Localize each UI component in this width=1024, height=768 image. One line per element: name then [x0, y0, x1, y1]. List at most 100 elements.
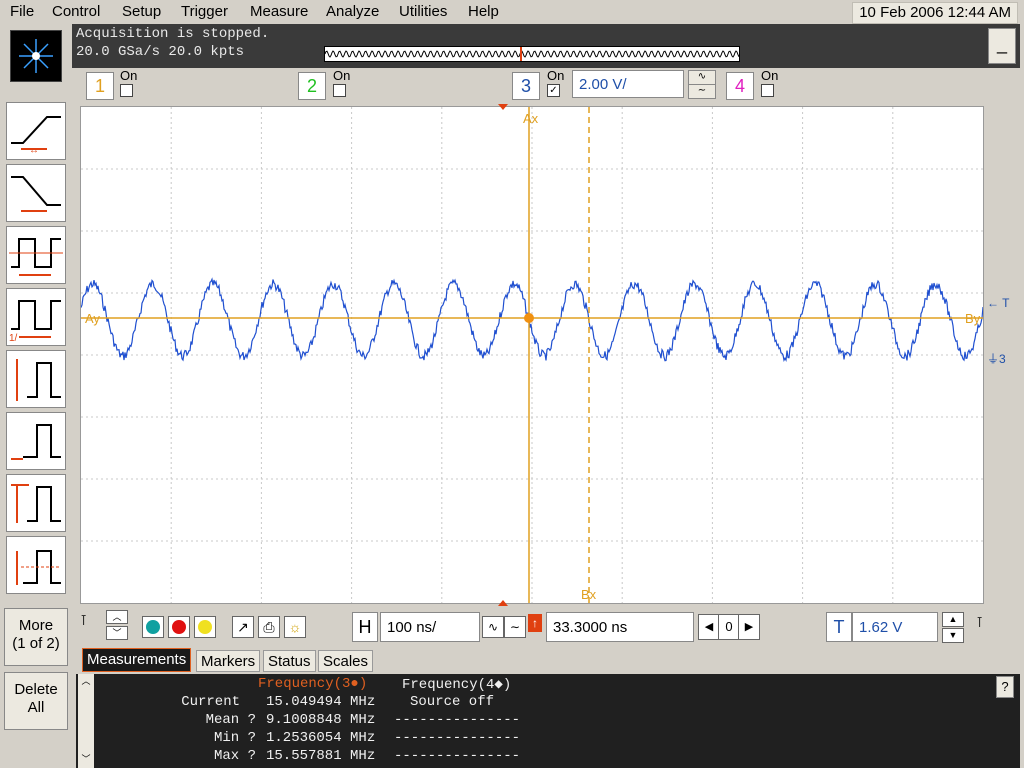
sample-rate-status: 20.0 GSa/s 20.0 kpts — [76, 44, 245, 60]
fall-time-measure-button[interactable] — [6, 164, 66, 222]
row-min-val3: 1.2536054 MHz — [266, 730, 376, 746]
marker-by-label: By — [965, 311, 981, 326]
amplitude-measure-button[interactable] — [6, 474, 66, 532]
menu-measure[interactable]: Measure — [250, 3, 308, 20]
equivalent-mode-icon[interactable]: ∼ — [504, 616, 526, 638]
stop-button[interactable] — [168, 616, 190, 638]
dc-coupling-icon[interactable]: ∼ — [688, 84, 716, 99]
channel-3-button[interactable]: 3 — [512, 72, 540, 100]
datetime-display: 10 Feb 2006 12:44 AM — [852, 2, 1018, 24]
measurements-panel: ︿ ﹀ Frequency(3●) Frequency(4◆) Current … — [76, 674, 1020, 768]
scroll-down-icon[interactable]: ﹀ — [78, 752, 94, 768]
logo-icon — [10, 30, 62, 82]
delay-field[interactable]: 33.3000 ns — [546, 612, 694, 642]
channel-2-button[interactable]: 2 — [298, 72, 326, 100]
row-max-val4: --------------- — [394, 748, 521, 764]
scroll-down-button[interactable]: ﹀ — [106, 626, 128, 640]
ac-coupling-icon[interactable]: ∿ — [688, 70, 716, 85]
channel-4-on-label: On — [761, 68, 779, 83]
menu-trigger[interactable]: Trigger — [181, 3, 228, 20]
channel-3-ref-label: 3 — [999, 352, 1006, 366]
channel-1-checkbox[interactable] — [120, 84, 133, 97]
left-toolbar: ↔ 1/ More (1 of 2) Delete All — [0, 24, 72, 768]
channel-3-checkbox[interactable]: ✓ — [547, 84, 560, 97]
menu-setup[interactable]: Setup — [122, 3, 161, 20]
row-current-val3: 15.049494 MHz — [266, 694, 376, 710]
frequency-measure-button[interactable]: 1/ — [6, 288, 66, 346]
row-mean-label: Mean ? — [205, 712, 256, 728]
scroll-up-icon[interactable]: ︿ — [78, 674, 94, 690]
tab-status[interactable]: Status — [263, 650, 316, 672]
period-measure-button[interactable] — [6, 226, 66, 284]
channel-4-checkbox[interactable] — [761, 84, 774, 97]
single-button[interactable] — [194, 616, 216, 638]
more-button[interactable]: More (1 of 2) — [4, 608, 68, 666]
print-icon[interactable]: ⎙ — [258, 616, 280, 638]
marker-bx-label: Bx — [581, 587, 597, 602]
marker-ay-label: Ay — [85, 311, 100, 326]
freq4-header: Frequency(4◆) — [402, 677, 512, 693]
menu-help[interactable]: Help — [468, 3, 499, 20]
channel-3-on-label: On — [547, 68, 565, 83]
channel-1-button[interactable]: 1 — [86, 72, 114, 100]
svg-text:↔: ↔ — [29, 145, 39, 156]
menu-utilities[interactable]: Utilities — [399, 3, 447, 20]
tab-scales[interactable]: Scales — [318, 650, 374, 672]
trigger-level-field[interactable]: 1.62 V — [852, 612, 938, 642]
row-max-val3: 15.557881 MHz — [266, 748, 376, 764]
channel-row: 1 On 2 On 3 On ✓ 2.00 V/ ∿ ∼ 4 On — [72, 68, 1020, 104]
status-area: Acquisition is stopped. 20.0 GSa/s 20.0 … — [72, 24, 1020, 68]
rise-time-measure-button[interactable]: ↔ — [6, 102, 66, 160]
delay-reference-icon[interactable]: ↑ — [528, 614, 542, 632]
trigger-level-marker: ← T — [987, 296, 1010, 310]
waveform-display[interactable]: Ax Bx Ay By — [80, 106, 984, 604]
vpp-measure-button[interactable] — [6, 350, 66, 408]
delay-left-button[interactable]: ◀ — [698, 614, 720, 640]
help-button[interactable]: ? — [996, 676, 1014, 698]
trigger-button[interactable]: T — [826, 612, 852, 642]
marker-ax-label: Ax — [523, 111, 539, 126]
row-mean-val3: 9.1008848 MHz — [266, 712, 376, 728]
delay-right-button[interactable]: ▶ — [738, 614, 760, 640]
channel-3-ground-marker: ⏚3 — [987, 352, 1006, 366]
svg-text:1/: 1/ — [9, 333, 18, 344]
tab-bar: Measurements Markers Status Scales — [82, 648, 1022, 674]
menu-analyze[interactable]: Analyze — [326, 3, 379, 20]
row-min-label: Min ? — [213, 730, 256, 746]
channel-3-scale-field[interactable]: 2.00 V/ — [572, 70, 684, 98]
channel-4-button[interactable]: 4 — [726, 72, 754, 100]
channel-2-checkbox[interactable] — [333, 84, 346, 97]
trigger-level-down-button[interactable]: ▼ — [942, 628, 964, 643]
channel-1-on-label: On — [120, 68, 138, 83]
trigger-level-label: T — [1002, 296, 1010, 310]
control-row: ⊺ ︿ ﹀ ↗ ⎙ ☼ H 100 ns/ ∿ ∼ ↑ 33.3000 ns ◀… — [72, 606, 1020, 648]
delay-zero-button[interactable]: 0 — [718, 614, 740, 640]
vbase-measure-button[interactable] — [6, 412, 66, 470]
autoscale-icon[interactable]: ↗ — [232, 616, 254, 638]
average-measure-button[interactable] — [6, 536, 66, 594]
realtime-mode-icon[interactable]: ∿ — [482, 616, 504, 638]
tab-measurements[interactable]: Measurements — [82, 648, 192, 672]
scroll-up-button[interactable]: ︿ — [106, 610, 128, 624]
minimize-button[interactable]: _ — [988, 28, 1016, 64]
acquisition-status: Acquisition is stopped. — [76, 26, 270, 42]
delete-all-button[interactable]: Delete All — [4, 672, 68, 730]
row-max-label: Max ? — [213, 748, 256, 764]
row-mean-val4: --------------- — [394, 712, 521, 728]
acquisition-overview-bar[interactable] — [324, 46, 740, 62]
measurements-scrollbar[interactable]: ︿ ﹀ — [78, 674, 94, 768]
brightness-icon[interactable]: ☼ — [284, 616, 306, 638]
pin-right-icon[interactable]: ⊺ — [976, 614, 983, 631]
trigger-level-up-button[interactable]: ▲ — [942, 612, 964, 627]
menu-control[interactable]: Control — [52, 3, 100, 20]
cursor-intersection — [524, 313, 534, 323]
horizontal-button[interactable]: H — [352, 612, 378, 642]
pin-icon[interactable]: ⊺ — [80, 612, 87, 629]
menu-file[interactable]: File — [10, 3, 34, 20]
timebase-field[interactable]: 100 ns/ — [380, 612, 480, 642]
run-button[interactable] — [142, 616, 164, 638]
menu-bar: File Control Setup Trigger Measure Analy… — [0, 0, 1024, 24]
row-current-val4: Source off — [410, 694, 495, 710]
channel-2-on-label: On — [333, 68, 351, 83]
tab-markers[interactable]: Markers — [196, 650, 261, 672]
